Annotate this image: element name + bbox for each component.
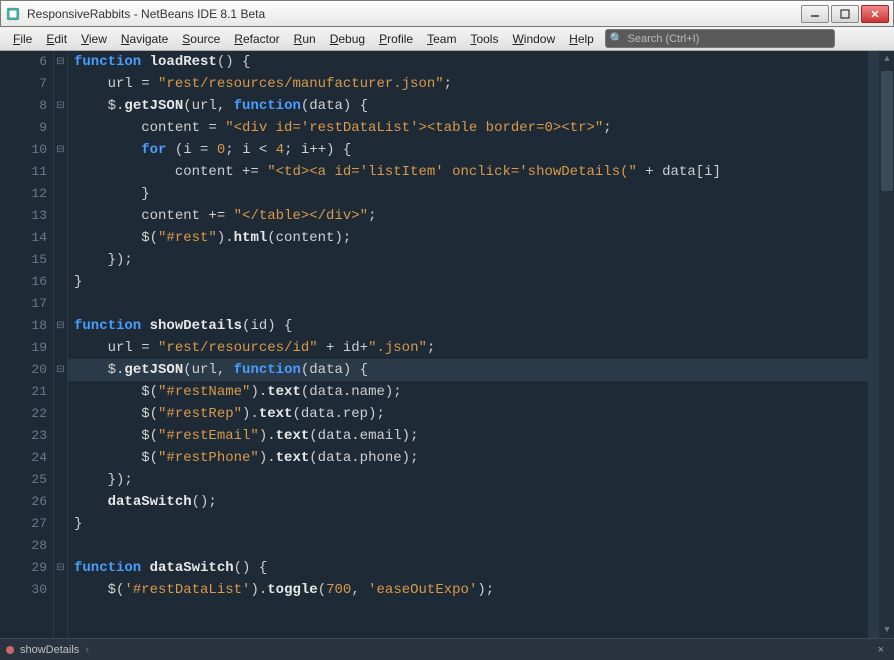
minimize-button[interactable] — [801, 5, 829, 23]
menu-tools[interactable]: Tools — [463, 29, 505, 49]
breadcrumb-item[interactable]: showDetails — [20, 644, 79, 656]
error-stripe — [868, 51, 878, 638]
code-line[interactable]: $('#restDataList').toggle(700, 'easeOutE… — [74, 579, 894, 601]
search-box[interactable]: 🔍 — [605, 29, 835, 48]
fold-toggle[interactable] — [54, 139, 67, 161]
code-line[interactable]: $("#restName").text(data.name); — [74, 381, 894, 403]
menu-profile[interactable]: Profile — [372, 29, 420, 49]
code-line[interactable]: }); — [74, 469, 894, 491]
close-button[interactable] — [861, 5, 889, 23]
fold-toggle[interactable] — [54, 95, 67, 117]
code-line[interactable]: $.getJSON(url, function(data) { — [74, 95, 894, 117]
fold-toggle[interactable] — [54, 51, 67, 73]
code-line[interactable]: function showDetails(id) { — [74, 315, 894, 337]
scroll-thumb[interactable] — [881, 71, 893, 191]
code-line[interactable]: url = "rest/resources/manufacturer.json"… — [74, 73, 894, 95]
window-title: ResponsiveRabbits - NetBeans IDE 8.1 Bet… — [27, 7, 801, 21]
vertical-scrollbar[interactable]: ▲ ▼ — [878, 51, 894, 638]
scroll-down-arrow[interactable]: ▼ — [879, 622, 894, 638]
breadcrumb-bar: showDetails › × — [0, 638, 894, 660]
line-gutter: 6789101112131415161718192021222324252627… — [0, 51, 54, 638]
search-icon: 🔍 — [610, 32, 624, 45]
code-line[interactable]: content += "</table></div>"; — [74, 205, 894, 227]
code-line[interactable]: url = "rest/resources/id" + id+".json"; — [74, 337, 894, 359]
menu-run[interactable]: Run — [287, 29, 323, 49]
code-line[interactable] — [74, 293, 894, 315]
code-line[interactable]: content += "<td><a id='listItem' onclick… — [74, 161, 894, 183]
code-line[interactable]: function dataSwitch() { — [74, 557, 894, 579]
app-icon — [5, 6, 21, 22]
fold-toggle[interactable] — [54, 359, 67, 381]
code-line[interactable]: $("#restPhone").text(data.phone); — [74, 447, 894, 469]
code-line[interactable]: function loadRest() { — [74, 51, 894, 73]
code-line[interactable]: $("#restEmail").text(data.email); — [74, 425, 894, 447]
menu-navigate[interactable]: Navigate — [114, 29, 175, 49]
menu-team[interactable]: Team — [420, 29, 463, 49]
code-line[interactable]: $.getJSON(url, function(data) { — [68, 359, 894, 381]
menu-debug[interactable]: Debug — [323, 29, 372, 49]
code-line[interactable]: }); — [74, 249, 894, 271]
menu-help[interactable]: Help — [562, 29, 601, 49]
menu-refactor[interactable]: Refactor — [227, 29, 286, 49]
code-line[interactable]: } — [74, 183, 894, 205]
code-area[interactable]: function loadRest() { url = "rest/resour… — [68, 51, 894, 638]
code-line[interactable] — [74, 535, 894, 557]
code-line[interactable]: } — [74, 271, 894, 293]
breadcrumb-dot-icon — [6, 646, 14, 654]
search-input[interactable] — [628, 33, 830, 45]
code-line[interactable]: } — [74, 513, 894, 535]
code-line[interactable]: $("#rest").html(content); — [74, 227, 894, 249]
menu-source[interactable]: Source — [175, 29, 227, 49]
breadcrumb-close-icon[interactable]: × — [874, 644, 888, 656]
code-line[interactable]: for (i = 0; i < 4; i++) { — [74, 139, 894, 161]
menu-window[interactable]: Window — [505, 29, 562, 49]
chevron-right-icon: › — [85, 644, 89, 656]
menu-file[interactable]: File — [6, 29, 39, 49]
code-line[interactable]: $("#restRep").text(data.rep); — [74, 403, 894, 425]
code-line[interactable]: content = "<div id='restDataList'><table… — [74, 117, 894, 139]
code-line[interactable]: dataSwitch(); — [74, 491, 894, 513]
menu-edit[interactable]: Edit — [39, 29, 74, 49]
maximize-button[interactable] — [831, 5, 859, 23]
editor: 6789101112131415161718192021222324252627… — [0, 51, 894, 638]
menu-view[interactable]: View — [74, 29, 114, 49]
fold-toggle[interactable] — [54, 315, 67, 337]
fold-toggle[interactable] — [54, 557, 67, 579]
titlebar: ResponsiveRabbits - NetBeans IDE 8.1 Bet… — [0, 0, 894, 27]
scroll-up-arrow[interactable]: ▲ — [879, 51, 894, 67]
fold-column — [54, 51, 68, 638]
menubar: FileEditViewNavigateSourceRefactorRunDeb… — [0, 27, 894, 51]
